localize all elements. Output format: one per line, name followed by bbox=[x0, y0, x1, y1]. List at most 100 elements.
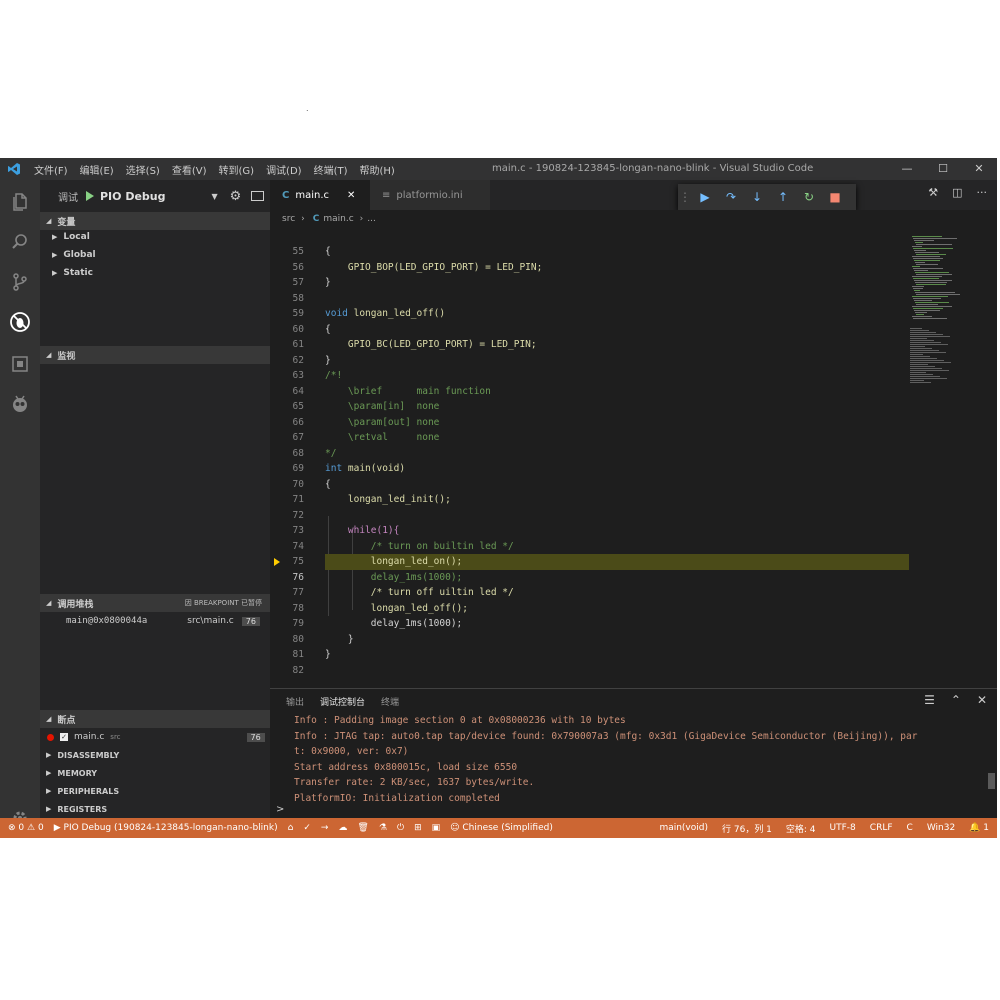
minimap-line bbox=[914, 310, 940, 311]
source-control-icon[interactable] bbox=[8, 270, 32, 294]
bottom-panel: 输出 调试控制台 终端 ☰ ⌃ ✕ Info : Padding image s… bbox=[270, 688, 997, 819]
close-window-button[interactable]: ✕ bbox=[961, 158, 997, 180]
tab-platformio-ini[interactable]: ≡ platformio.ini bbox=[370, 180, 490, 210]
menu-help[interactable]: 帮助(H) bbox=[354, 162, 401, 177]
stop-icon[interactable]: ■ bbox=[822, 190, 848, 204]
variables-section-header[interactable]: ◢ 变量 bbox=[40, 212, 270, 230]
memory-section[interactable]: ▶ MEMORY bbox=[40, 764, 270, 782]
trash-icon[interactable]: 🗑 bbox=[357, 823, 368, 833]
gear-icon[interactable]: ⚙ bbox=[230, 189, 242, 204]
variables-local[interactable]: ▶ Local bbox=[52, 232, 90, 242]
watch-section-header[interactable]: ◢ 监视 bbox=[40, 346, 270, 364]
breadcrumb-file[interactable]: main.c bbox=[323, 214, 353, 224]
line-number: 71 bbox=[292, 494, 304, 505]
end-of-line[interactable]: CRLF bbox=[870, 823, 893, 833]
explorer-icon[interactable] bbox=[8, 190, 32, 214]
cursor-position[interactable]: 行 76，列 1 bbox=[722, 822, 772, 835]
minimap-line bbox=[910, 372, 926, 373]
console-prompt[interactable]: > bbox=[276, 804, 284, 815]
registers-section[interactable]: ▶ REGISTERS bbox=[40, 800, 270, 818]
minimap-line bbox=[916, 264, 938, 265]
build-check-icon[interactable]: ✓ bbox=[303, 823, 311, 833]
minimap-line bbox=[910, 362, 951, 363]
notifications[interactable]: 🔔 1 bbox=[969, 823, 989, 833]
minimize-button[interactable]: — bbox=[889, 158, 925, 180]
home-icon[interactable]: ⌂ bbox=[288, 823, 294, 833]
minimap[interactable] bbox=[910, 228, 985, 688]
close-icon[interactable]: ✕ bbox=[347, 190, 355, 201]
encoding[interactable]: UTF-8 bbox=[830, 823, 856, 833]
maximize-panel-icon[interactable]: ⌃ bbox=[951, 693, 961, 707]
breakpoint-item[interactable]: ✓ main.c src 76 bbox=[40, 728, 270, 746]
frame-line-badge: 76 bbox=[241, 616, 260, 626]
menu-view[interactable]: 查看(V) bbox=[166, 162, 213, 177]
chevron-down-icon: ◢ bbox=[46, 715, 52, 723]
debug-toolbar: 调试 PIO Debug ▼ ⚙ bbox=[40, 180, 270, 212]
plug-icon[interactable]: ⏻ bbox=[397, 823, 404, 833]
drag-handle-icon[interactable]: ⋮ bbox=[678, 190, 692, 204]
tab-main-c[interactable]: C main.c ✕ bbox=[270, 180, 370, 210]
close-panel-icon[interactable]: ✕ bbox=[977, 693, 987, 707]
peripherals-section[interactable]: ▶ PERIPHERALS bbox=[40, 782, 270, 800]
menu-go[interactable]: 转到(G) bbox=[213, 162, 261, 177]
variables-static[interactable]: ▶ Static bbox=[52, 268, 93, 278]
extensions-icon[interactable] bbox=[8, 352, 32, 376]
problems-indicator[interactable]: ⊗ 0 ⚠ 0 bbox=[8, 823, 44, 833]
hammer-icon[interactable]: ⚒ bbox=[928, 186, 938, 199]
breadcrumb-src[interactable]: src bbox=[282, 214, 295, 224]
cloud-upload-icon[interactable]: ☁ bbox=[338, 823, 347, 833]
step-out-icon[interactable]: ↑ bbox=[770, 190, 796, 204]
indentation[interactable]: 空格: 4 bbox=[786, 822, 816, 835]
tab-debug-console[interactable]: 调试控制台 bbox=[320, 695, 365, 708]
chevron-down-icon: ◢ bbox=[46, 599, 52, 607]
chevron-down-icon[interactable]: ▼ bbox=[212, 192, 218, 201]
clear-console-icon[interactable]: ☰ bbox=[924, 693, 935, 707]
watch-title: 监视 bbox=[57, 351, 76, 362]
debug-config-select[interactable]: PIO Debug bbox=[100, 190, 166, 203]
minimap-line bbox=[912, 296, 948, 297]
split-editor-icon[interactable]: ◫ bbox=[952, 186, 962, 199]
breakpoint-line-badge: 76 bbox=[246, 732, 265, 742]
platformio-icon[interactable] bbox=[8, 392, 32, 416]
callstack-section-header[interactable]: ◢ 调用堆栈 因 BREAKPOINT 已暂停 bbox=[40, 594, 270, 612]
variables-global[interactable]: ▶ Global bbox=[52, 250, 96, 260]
continue-icon[interactable]: ▶ bbox=[692, 190, 718, 204]
console-scrollbar[interactable] bbox=[988, 773, 995, 789]
minimap-line bbox=[915, 272, 949, 273]
minimap-line bbox=[915, 262, 925, 263]
search-icon[interactable] bbox=[8, 230, 32, 254]
editor-scrollbar[interactable] bbox=[985, 228, 997, 688]
start-debug-play-icon[interactable] bbox=[86, 191, 94, 201]
step-into-icon[interactable]: ↓ bbox=[744, 190, 770, 204]
platform[interactable]: Win32 bbox=[927, 823, 955, 833]
maximize-button[interactable]: ☐ bbox=[925, 158, 961, 180]
disassembly-section[interactable]: ▶ DISASSEMBLY bbox=[40, 746, 270, 764]
test-flask-icon[interactable]: ⚗ bbox=[379, 823, 387, 833]
current-function[interactable]: main(void) bbox=[659, 823, 708, 833]
breakpoints-section-header[interactable]: ◢ 断点 bbox=[40, 710, 270, 728]
step-over-icon[interactable]: ↷ bbox=[718, 190, 744, 204]
serial-monitor-icon[interactable]: ⊞ bbox=[414, 823, 422, 833]
menu-debug[interactable]: 调试(D) bbox=[260, 162, 308, 177]
debug-console-icon[interactable] bbox=[251, 191, 265, 201]
restart-icon[interactable]: ↻ bbox=[796, 190, 822, 204]
breakpoint-checkbox[interactable]: ✓ bbox=[60, 733, 68, 741]
language-indicator[interactable]: ☺ Chinese (Simplified) bbox=[450, 823, 553, 833]
new-terminal-icon[interactable]: ▣ bbox=[432, 823, 441, 833]
more-actions-icon[interactable]: ··· bbox=[977, 186, 988, 199]
menu-edit[interactable]: 编辑(E) bbox=[74, 162, 120, 177]
line-number: 56 bbox=[292, 261, 304, 273]
upload-arrow-icon[interactable]: → bbox=[321, 823, 329, 833]
chevron-right-icon: ▶ bbox=[46, 751, 52, 759]
tab-output[interactable]: 输出 bbox=[286, 695, 304, 708]
debug-icon[interactable] bbox=[8, 310, 32, 334]
tab-terminal[interactable]: 终端 bbox=[381, 695, 399, 708]
code-editor[interactable]: 55 { 56 GPIO_BOP(LED_GPIO_PORT) = LED_PI… bbox=[270, 228, 910, 688]
breadcrumb-symbol[interactable]: ... bbox=[367, 214, 376, 224]
menu-file[interactable]: 文件(F) bbox=[28, 162, 74, 177]
menu-selection[interactable]: 选择(S) bbox=[120, 162, 166, 177]
language-mode[interactable]: C bbox=[907, 823, 913, 833]
callstack-frame[interactable]: main@0x0800044a src\main.c 76 bbox=[40, 612, 270, 630]
debug-session-indicator[interactable]: ▶ PIO Debug (190824-123845-longan-nano-b… bbox=[54, 823, 278, 833]
menu-terminal[interactable]: 终端(T) bbox=[308, 162, 354, 177]
